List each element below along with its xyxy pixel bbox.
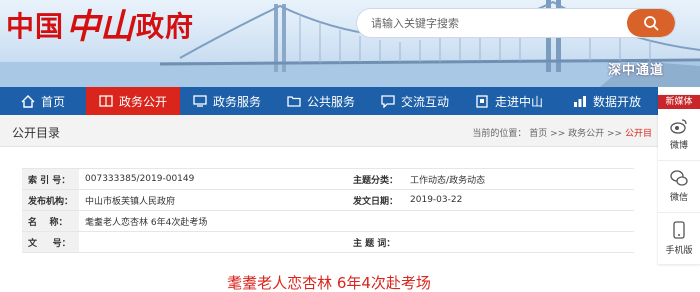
doc-number-value (79, 231, 348, 253)
sidebar-item-label: 微博 (669, 141, 688, 151)
name-label: 名 称： (22, 210, 80, 232)
sidebar-item-mobile[interactable]: 手机版 (658, 213, 700, 265)
breadcrumb-current[interactable]: 公开目 (625, 129, 652, 139)
search-input[interactable] (371, 9, 621, 37)
nav-label: 走进中山 (494, 94, 543, 109)
table-row: 发布机构： 中山市板芙镇人民政府 发文日期： 2019-03-22 (22, 189, 634, 211)
article-title: 耄耋老人恋杏林 6年4次赴考场 (227, 274, 431, 292)
nav-item-visit-zhongshan[interactable]: 走进中山 (462, 87, 556, 115)
weibo-icon (670, 119, 687, 134)
publisher-value: 中山市板芙镇人民政府 (79, 189, 348, 211)
wechat-icon (670, 170, 688, 186)
sidebar-header: 新媒体 (658, 95, 700, 109)
logo-text-china: 中国 (6, 10, 65, 43)
search-icon (644, 16, 659, 31)
logo-text-government: 政府 (136, 10, 195, 43)
nav-item-government-services[interactable]: 政务服务 (180, 87, 274, 115)
book-icon (99, 95, 113, 107)
table-row: 名 称： 耄耋老人恋杏林 6年4次赴考场 (22, 210, 634, 232)
main-nav: 首页 政务公开 政务服务 公共服务 交流互动 走进中山 数据开放 (0, 87, 658, 115)
page-root: { "header":{ "logo":{"part1":"中国","part2… (0, 0, 700, 292)
publisher-label: 发布机构： (22, 189, 80, 211)
section-title: 公开目录 (12, 126, 61, 140)
sidebar-item-wechat[interactable]: 微信 (658, 161, 700, 213)
sidebar-item-label: 微信 (669, 193, 688, 203)
site-logo[interactable]: 中国 中山 政府 (6, 10, 194, 44)
date-label: 发文日期： (347, 189, 405, 211)
home-icon (21, 94, 35, 108)
nav-item-home[interactable]: 首页 (0, 87, 86, 115)
nav-label: 公共服务 (306, 94, 355, 109)
breadcrumb-prefix: 当前的位置： (472, 129, 527, 139)
sidebar-item-weibo[interactable]: 微博 (658, 109, 700, 161)
header-banner: 中国 中山 政府 深中通道 (0, 0, 700, 87)
nav-item-public-services[interactable]: 公共服务 (274, 87, 368, 115)
breadcrumb-separator: >> (550, 129, 566, 139)
search-box (356, 8, 676, 38)
breadcrumb-separator: >> (607, 129, 623, 139)
banner-tagline: 深中通道 (608, 63, 665, 78)
monitor-icon (193, 95, 207, 107)
category-value: 工作动态/政务动态 (404, 168, 634, 190)
document-info-table: 索 引 号： 007333385/2019-00149 主题分类： 工作动态/政… (22, 168, 634, 253)
index-value: 007333385/2019-00149 (79, 168, 348, 190)
nav-item-interaction[interactable]: 交流互动 (368, 87, 462, 115)
speech-bubble-icon (381, 94, 395, 108)
new-media-sidebar: 新媒体 微博 微信 手机版 (658, 95, 700, 265)
category-label: 主题分类： (347, 168, 405, 190)
table-row: 索 引 号： 007333385/2019-00149 主题分类： 工作动态/政… (22, 168, 634, 190)
nav-item-data-open[interactable]: 数据开放 (556, 87, 658, 115)
breadcrumb-gov-open[interactable]: 政务公开 (568, 129, 604, 139)
nav-label: 交流互动 (400, 94, 449, 109)
sub-header: 公开目录 当前的位置： 首页 >> 政务公开 >> 公开目 (0, 115, 658, 147)
breadcrumb: 当前的位置： 首页 >> 政务公开 >> 公开目 (472, 126, 652, 139)
search-button[interactable] (627, 9, 675, 37)
name-value: 耄耋老人恋杏林 6年4次赴考场 (79, 210, 634, 232)
date-value: 2019-03-22 (404, 189, 634, 211)
doc-number-label: 文 号： (22, 231, 80, 253)
bar-chart-icon (573, 95, 586, 107)
keywords-value (404, 231, 634, 253)
nav-label: 首页 (40, 94, 65, 109)
keywords-label: 主 题 词： (347, 231, 405, 253)
building-icon (476, 94, 488, 108)
index-label: 索 引 号： (22, 168, 80, 190)
sidebar-item-label: 手机版 (665, 246, 693, 256)
nav-label: 数据开放 (592, 94, 641, 109)
nav-item-government-affairs-open[interactable]: 政务公开 (86, 87, 180, 115)
nav-label: 政务公开 (118, 94, 167, 109)
mobile-phone-icon (673, 221, 685, 239)
nav-label: 政务服务 (212, 94, 261, 109)
table-row: 文 号： 主 题 词： (22, 231, 634, 253)
breadcrumb-home[interactable]: 首页 (529, 129, 547, 139)
logo-text-zhongshan: 中山 (66, 7, 135, 47)
folder-icon (287, 96, 301, 107)
